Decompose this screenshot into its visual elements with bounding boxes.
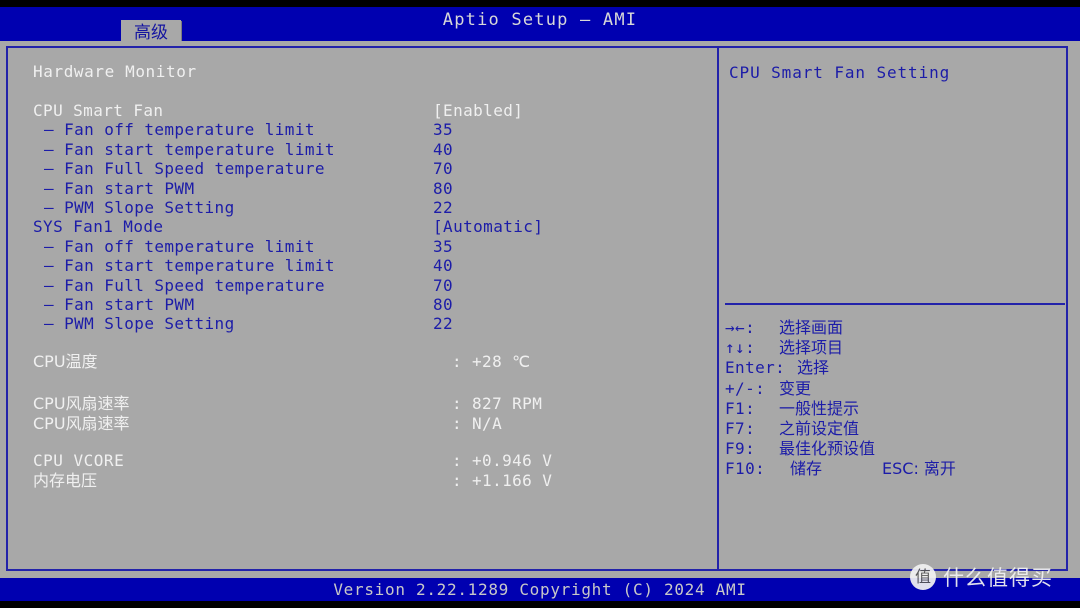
setting-row[interactable]: – Fan Full Speed temperature 70 <box>20 276 710 295</box>
setting-row[interactable]: CPU Smart Fan [Enabled] <box>20 101 710 120</box>
key-description: 一般性提示 <box>779 398 860 418</box>
key-description: 最佳化预设值 <box>779 439 876 459</box>
sensor-label: CPU VCORE <box>33 451 125 470</box>
panel-divider <box>717 48 719 569</box>
key-legend-row: +/-: 变更 <box>722 379 1067 399</box>
setting-row[interactable]: – Fan start temperature limit 40 <box>20 140 710 159</box>
watermark-text: 什么值得买 <box>943 566 1053 590</box>
setting-row[interactable]: – Fan off temperature limit 35 <box>20 120 710 139</box>
sensor-row: CPU VCORE: +0.946 V <box>20 450 710 471</box>
sensor-value: +28 ℃ <box>472 352 531 371</box>
key-legend-row: F1: 一般性提示 <box>722 399 1067 419</box>
key-name: F9: <box>725 439 756 459</box>
key-description: 选择画面 <box>779 318 844 337</box>
setting-label: – Fan off temperature limit <box>44 236 315 256</box>
watermark: 值 什么值得买 <box>910 560 1053 594</box>
sensor-value: 827 RPM <box>472 394 543 413</box>
sensor-label: CPU风扇速率 <box>33 394 130 413</box>
setting-value[interactable]: 70 <box>433 159 453 178</box>
section-title: Hardware Monitor <box>33 62 197 81</box>
key-description: 之前设定值 <box>779 419 860 438</box>
bottom-black-bar <box>0 601 1080 608</box>
sensor-colon: : <box>452 451 462 470</box>
setting-label: – PWM Slope Setting <box>44 314 235 334</box>
key-description-extra: ESC: 离开 <box>882 459 956 479</box>
setting-value[interactable]: [Enabled] <box>433 101 523 120</box>
key-name: ↑↓: <box>725 338 756 358</box>
setting-label: – Fan start PWM <box>44 295 195 314</box>
help-title: CPU Smart Fan Setting <box>729 63 951 82</box>
sensor-colon: : <box>452 394 462 413</box>
watermark-logo-icon: 值 <box>910 564 936 590</box>
key-legend-row: →←: 选择画面 <box>722 318 1067 338</box>
key-name: F7: <box>725 419 756 438</box>
bios-setup-screen: Aptio Setup – AMI 高级 Hardware Monitor CP… <box>0 0 1080 608</box>
sensor-colon: : <box>452 471 462 490</box>
setting-row[interactable]: – PWM Slope Setting 22 <box>20 198 710 217</box>
key-legend-row: F10: 储存 ESC: 离开 <box>722 459 1067 479</box>
top-black-bar <box>0 0 1080 7</box>
setting-value[interactable]: 35 <box>433 120 453 139</box>
sensor-row: 内存电压: +1.166 V <box>20 470 710 491</box>
sensor-row: CPU温度: +28 ℃ <box>20 351 710 372</box>
key-name: +/-: <box>725 378 766 398</box>
setting-label: – Fan start temperature limit <box>44 256 335 276</box>
setting-row[interactable]: – Fan off temperature limit 35 <box>20 237 710 256</box>
setting-label: – Fan Full Speed temperature <box>44 275 325 295</box>
key-name: F1: <box>725 398 756 418</box>
sensor-row: CPU风扇速率: N/A <box>20 413 710 434</box>
key-legend-row: ↑↓: 选择项目 <box>722 338 1067 358</box>
sensor-row: CPU风扇速率:827 RPM <box>20 393 710 414</box>
setting-label: – Fan Full Speed temperature <box>44 159 325 179</box>
sensor-colon: : <box>452 414 462 433</box>
setting-value[interactable]: 22 <box>433 198 453 217</box>
sensor-colon: : <box>452 352 462 371</box>
key-description: 选择项目 <box>779 338 844 358</box>
setting-row[interactable]: – PWM Slope Setting 22 <box>20 314 710 333</box>
setting-value[interactable]: 35 <box>433 237 453 256</box>
settings-list: Hardware Monitor CPU Smart Fan [Enabled] –… <box>20 50 710 565</box>
setting-value[interactable]: 80 <box>433 179 453 198</box>
key-description: 选择 <box>797 358 830 378</box>
setting-value[interactable]: [Automatic] <box>433 217 543 236</box>
setting-label: – PWM Slope Setting <box>44 198 235 217</box>
setting-label: – Fan off temperature limit <box>44 120 315 140</box>
setting-label: SYS Fan1 Mode <box>33 217 164 237</box>
key-description: 储存 <box>790 459 823 479</box>
help-panel: CPU Smart Fan Setting →←: 选择画面 ↑↓: 选择项目 Ente… <box>722 50 1067 565</box>
setting-label: – Fan start temperature limit <box>44 139 335 159</box>
sensor-label: CPU温度 <box>33 352 98 371</box>
setting-label: CPU Smart Fan <box>33 101 164 120</box>
key-legend-row: F9: 最佳化预设值 <box>722 439 1067 459</box>
sensor-value: N/A <box>472 414 503 433</box>
key-name: →←: <box>725 318 756 337</box>
setting-row[interactable]: – Fan start temperature limit 40 <box>20 256 710 275</box>
setting-value[interactable]: 40 <box>433 256 453 275</box>
setting-value[interactable]: 70 <box>433 276 453 295</box>
sensor-value: +0.946 V <box>472 451 553 470</box>
setting-label: – Fan start PWM <box>44 178 195 198</box>
setting-row[interactable]: – Fan start PWM 80 <box>20 295 710 314</box>
setting-value[interactable]: 22 <box>433 314 453 333</box>
key-name: Enter: <box>725 358 786 378</box>
key-description: 变更 <box>779 378 812 398</box>
key-legend-row: Enter: 选择 <box>722 358 1067 378</box>
key-name: F10: <box>725 459 766 479</box>
sensor-label: 内存电压 <box>33 471 98 490</box>
key-legend-row: F7: 之前设定值 <box>722 419 1067 439</box>
setting-row[interactable]: – Fan start PWM 80 <box>20 179 710 198</box>
setting-row[interactable]: – Fan Full Speed temperature 70 <box>20 159 710 178</box>
sensor-value: +1.166 V <box>472 471 553 490</box>
help-divider <box>725 303 1065 305</box>
setting-value[interactable]: 80 <box>433 295 453 314</box>
setting-value[interactable]: 40 <box>433 140 453 159</box>
setting-row[interactable]: SYS Fan1 Mode [Automatic] <box>20 217 710 236</box>
sensor-label: CPU风扇速率 <box>33 414 130 433</box>
